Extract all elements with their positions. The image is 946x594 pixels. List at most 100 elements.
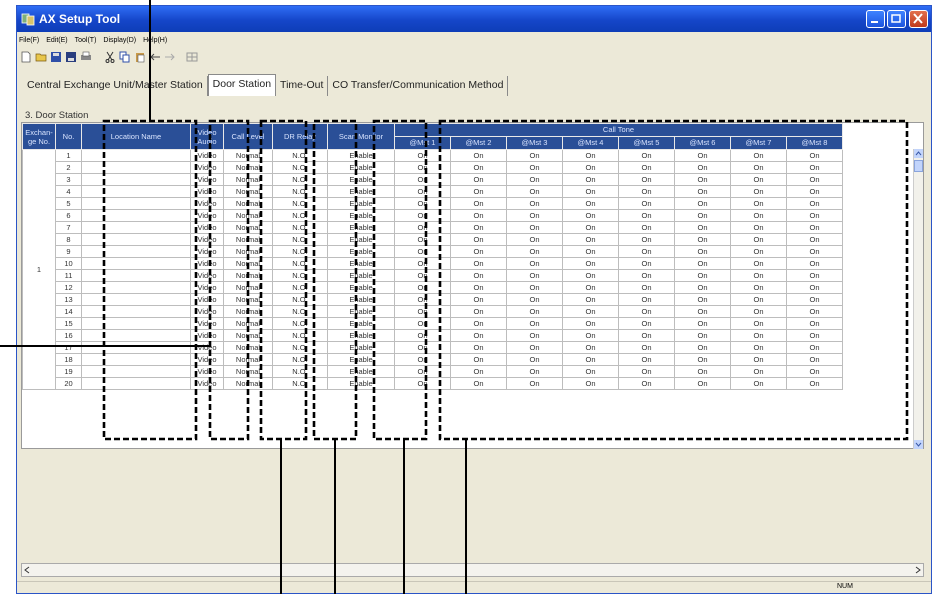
call-tone-cell[interactable]: On bbox=[618, 161, 675, 174]
call-tone-cell[interactable]: On bbox=[506, 233, 563, 246]
call-tone-cell[interactable]: On bbox=[618, 173, 675, 186]
call-tone-cell[interactable]: On bbox=[618, 353, 675, 366]
call-tone-cell[interactable]: On bbox=[506, 149, 563, 162]
call-tone-cell[interactable]: On bbox=[730, 317, 787, 330]
call-tone-cell[interactable]: On bbox=[562, 245, 619, 258]
call-tone-cell[interactable]: On bbox=[506, 161, 563, 174]
call-tone-cell[interactable]: On bbox=[450, 353, 507, 366]
dr-relay-cell[interactable]: N.O. bbox=[272, 341, 328, 354]
video-audio-cell[interactable]: Video bbox=[190, 341, 224, 354]
call-tone-cell[interactable]: On bbox=[674, 149, 731, 162]
call-tone-cell[interactable]: On bbox=[394, 305, 451, 318]
call-tone-cell[interactable]: On bbox=[618, 257, 675, 270]
call-tone-cell[interactable]: On bbox=[506, 209, 563, 222]
call-tone-cell[interactable]: On bbox=[786, 221, 843, 234]
location-name-cell[interactable] bbox=[81, 353, 191, 366]
call-tone-cell[interactable]: On bbox=[674, 377, 731, 390]
call-tone-cell[interactable]: On bbox=[730, 257, 787, 270]
location-name-cell[interactable] bbox=[81, 173, 191, 186]
call-level-cell[interactable]: Normal bbox=[223, 185, 273, 198]
call-level-cell[interactable]: Normal bbox=[223, 329, 273, 342]
location-name-cell[interactable] bbox=[81, 293, 191, 306]
scan-monitor-cell[interactable]: Enable bbox=[327, 257, 395, 270]
call-tone-cell[interactable]: On bbox=[562, 353, 619, 366]
call-tone-cell[interactable]: On bbox=[730, 173, 787, 186]
call-tone-cell[interactable]: On bbox=[786, 245, 843, 258]
call-tone-cell[interactable]: On bbox=[562, 149, 619, 162]
video-audio-cell[interactable]: Video bbox=[190, 149, 224, 162]
call-tone-cell[interactable]: On bbox=[730, 305, 787, 318]
dr-relay-cell[interactable]: N.O. bbox=[272, 185, 328, 198]
paste-icon[interactable] bbox=[134, 51, 146, 63]
call-tone-cell[interactable]: On bbox=[786, 185, 843, 198]
video-audio-cell[interactable]: Video bbox=[190, 221, 224, 234]
call-tone-cell[interactable]: On bbox=[562, 185, 619, 198]
call-tone-cell[interactable]: On bbox=[394, 233, 451, 246]
location-name-cell[interactable] bbox=[81, 269, 191, 282]
tab-door-station[interactable]: Door Station bbox=[207, 74, 277, 96]
maximize-button[interactable] bbox=[887, 10, 906, 28]
call-tone-cell[interactable]: On bbox=[674, 365, 731, 378]
call-tone-cell[interactable]: On bbox=[394, 293, 451, 306]
horizontal-scrollbar[interactable] bbox=[21, 563, 924, 577]
video-audio-cell[interactable]: Video bbox=[190, 269, 224, 282]
call-tone-cell[interactable]: On bbox=[786, 353, 843, 366]
call-tone-cell[interactable]: On bbox=[674, 281, 731, 294]
video-audio-cell[interactable]: Video bbox=[190, 377, 224, 390]
call-tone-cell[interactable]: On bbox=[562, 377, 619, 390]
call-tone-cell[interactable]: On bbox=[506, 353, 563, 366]
call-tone-cell[interactable]: On bbox=[450, 305, 507, 318]
location-name-cell[interactable] bbox=[81, 341, 191, 354]
call-level-cell[interactable]: Normal bbox=[223, 377, 273, 390]
location-name-cell[interactable] bbox=[81, 233, 191, 246]
call-tone-cell[interactable]: On bbox=[730, 209, 787, 222]
call-tone-cell[interactable]: On bbox=[730, 377, 787, 390]
call-level-cell[interactable]: Normal bbox=[223, 353, 273, 366]
scan-monitor-cell[interactable]: Enable bbox=[327, 233, 395, 246]
save-as-icon[interactable] bbox=[65, 51, 77, 63]
call-tone-cell[interactable]: On bbox=[394, 149, 451, 162]
scroll-up-icon[interactable] bbox=[914, 149, 923, 158]
call-tone-cell[interactable]: On bbox=[562, 173, 619, 186]
call-level-cell[interactable]: Normal bbox=[223, 281, 273, 294]
call-level-cell[interactable]: Normal bbox=[223, 269, 273, 282]
video-audio-cell[interactable]: Video bbox=[190, 185, 224, 198]
scan-monitor-cell[interactable]: Enable bbox=[327, 269, 395, 282]
call-tone-cell[interactable]: On bbox=[562, 209, 619, 222]
call-tone-cell[interactable]: On bbox=[786, 173, 843, 186]
call-tone-cell[interactable]: On bbox=[562, 329, 619, 342]
call-tone-cell[interactable]: On bbox=[450, 173, 507, 186]
dr-relay-cell[interactable]: N.O. bbox=[272, 317, 328, 330]
dr-relay-cell[interactable]: N.O. bbox=[272, 149, 328, 162]
call-level-cell[interactable]: Normal bbox=[223, 341, 273, 354]
menu-display[interactable]: Display(D) bbox=[103, 37, 136, 44]
dr-relay-cell[interactable]: N.O. bbox=[272, 365, 328, 378]
call-tone-cell[interactable]: On bbox=[450, 269, 507, 282]
call-level-cell[interactable]: Normal bbox=[223, 233, 273, 246]
location-name-cell[interactable] bbox=[81, 149, 191, 162]
call-tone-cell[interactable]: On bbox=[562, 293, 619, 306]
call-tone-cell[interactable]: On bbox=[394, 269, 451, 282]
dr-relay-cell[interactable]: N.O. bbox=[272, 353, 328, 366]
call-tone-cell[interactable]: On bbox=[394, 161, 451, 174]
call-tone-cell[interactable]: On bbox=[562, 161, 619, 174]
call-tone-cell[interactable]: On bbox=[394, 377, 451, 390]
call-tone-cell[interactable]: On bbox=[674, 293, 731, 306]
call-tone-cell[interactable]: On bbox=[786, 305, 843, 318]
scan-monitor-cell[interactable]: Enable bbox=[327, 365, 395, 378]
video-audio-cell[interactable]: Video bbox=[190, 281, 224, 294]
call-tone-cell[interactable]: On bbox=[618, 305, 675, 318]
dr-relay-cell[interactable]: N.O. bbox=[272, 209, 328, 222]
call-tone-cell[interactable]: On bbox=[674, 341, 731, 354]
call-tone-cell[interactable]: On bbox=[450, 161, 507, 174]
call-tone-cell[interactable]: On bbox=[786, 293, 843, 306]
call-tone-cell[interactable]: On bbox=[562, 233, 619, 246]
call-tone-cell[interactable]: On bbox=[618, 149, 675, 162]
call-tone-cell[interactable]: On bbox=[450, 221, 507, 234]
call-tone-cell[interactable]: On bbox=[618, 269, 675, 282]
call-tone-cell[interactable]: On bbox=[450, 281, 507, 294]
call-tone-cell[interactable]: On bbox=[394, 257, 451, 270]
close-button[interactable] bbox=[909, 10, 928, 28]
call-tone-cell[interactable]: On bbox=[450, 245, 507, 258]
call-tone-cell[interactable]: On bbox=[506, 257, 563, 270]
